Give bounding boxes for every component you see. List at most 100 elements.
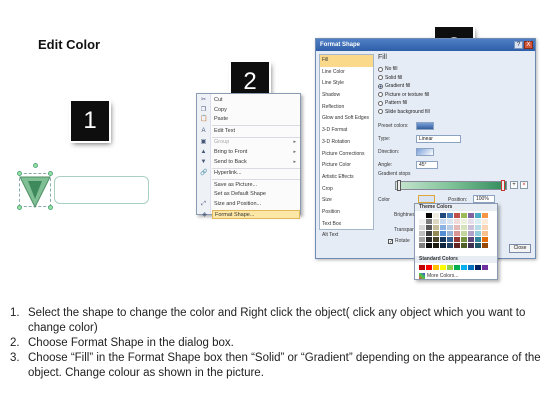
theme-color-swatch[interactable] bbox=[433, 213, 439, 218]
resize-handle[interactable] bbox=[48, 171, 53, 176]
theme-color-swatch[interactable] bbox=[454, 213, 460, 218]
radio-icon[interactable] bbox=[378, 75, 383, 80]
category-item[interactable]: 3-D Rotation bbox=[320, 137, 373, 149]
theme-color-swatch[interactable] bbox=[482, 225, 488, 230]
category-item[interactable]: Text Box bbox=[320, 219, 373, 231]
category-item[interactable]: Line Style bbox=[320, 78, 373, 90]
fill-option-radio[interactable]: Gradient fill bbox=[378, 83, 410, 89]
theme-color-swatch[interactable] bbox=[475, 243, 481, 248]
theme-color-swatch[interactable] bbox=[426, 225, 432, 230]
radio-icon[interactable] bbox=[378, 66, 383, 72]
theme-color-swatch[interactable] bbox=[475, 231, 481, 236]
category-item[interactable]: Fill bbox=[320, 55, 373, 67]
theme-color-swatch[interactable] bbox=[426, 213, 432, 218]
theme-color-swatch[interactable] bbox=[454, 237, 460, 242]
category-item[interactable]: Size bbox=[320, 195, 373, 207]
theme-color-swatch[interactable] bbox=[461, 237, 467, 242]
theme-color-swatch[interactable] bbox=[454, 243, 460, 248]
standard-color-swatch[interactable] bbox=[433, 265, 439, 270]
theme-color-swatch[interactable] bbox=[482, 213, 488, 218]
theme-color-swatch[interactable] bbox=[433, 237, 439, 242]
theme-color-swatch[interactable] bbox=[454, 231, 460, 236]
preset-colors-dropdown[interactable] bbox=[416, 122, 434, 130]
fill-option-radio[interactable]: Slide background fill bbox=[378, 109, 430, 115]
standard-color-swatch[interactable] bbox=[461, 265, 467, 270]
rotate-with-shape-checkbox[interactable]: ✓ Rotate bbox=[388, 238, 410, 244]
theme-color-swatch[interactable] bbox=[461, 225, 467, 230]
add-stop-icon[interactable]: + bbox=[510, 181, 518, 189]
theme-color-swatch[interactable] bbox=[440, 213, 446, 218]
more-colors-link[interactable]: More Colors... bbox=[427, 273, 458, 279]
type-select[interactable]: Linear bbox=[416, 135, 461, 143]
fill-option-radio[interactable]: Solid fill bbox=[378, 75, 402, 81]
theme-color-swatch[interactable] bbox=[468, 219, 474, 224]
gradient-stop[interactable] bbox=[397, 180, 401, 191]
fill-option-radio[interactable]: Pattern fill bbox=[378, 100, 407, 106]
menu-item-edit-text[interactable]: A Edit Text bbox=[201, 127, 300, 136]
more-colors-icon[interactable] bbox=[419, 273, 425, 279]
menu-item-size-and-position[interactable]: ⤢ Size and Position... bbox=[201, 200, 300, 209]
theme-color-swatch[interactable] bbox=[482, 219, 488, 224]
theme-color-swatch[interactable] bbox=[419, 237, 425, 242]
close-button[interactable]: Close bbox=[509, 244, 531, 253]
theme-color-swatch[interactable] bbox=[447, 231, 453, 236]
category-item[interactable]: 3-D Format bbox=[320, 125, 373, 137]
gradient-slider[interactable] bbox=[395, 180, 507, 191]
theme-color-swatch[interactable] bbox=[440, 231, 446, 236]
menu-item-set-as-default-shape[interactable]: Set as Default Shape bbox=[212, 190, 300, 199]
menu-item-format-shape[interactable]: ◈ Format Shape... bbox=[202, 209, 300, 219]
category-item[interactable]: Picture Corrections bbox=[320, 149, 373, 161]
theme-color-swatch[interactable] bbox=[475, 213, 481, 218]
menu-item-send-to-back[interactable]: ▼ Send to Back ▸ bbox=[201, 158, 300, 167]
theme-color-swatch[interactable] bbox=[426, 237, 432, 242]
menu-item-save-as-picture[interactable]: Save as Picture... bbox=[212, 181, 300, 190]
theme-color-swatch[interactable] bbox=[433, 219, 439, 224]
theme-color-swatch[interactable] bbox=[426, 231, 432, 236]
category-item[interactable]: Crop bbox=[320, 184, 373, 196]
theme-color-swatch[interactable] bbox=[447, 237, 453, 242]
category-item[interactable]: Alt Text bbox=[320, 230, 373, 242]
standard-color-swatch[interactable] bbox=[419, 265, 425, 270]
resize-handle[interactable] bbox=[17, 205, 22, 210]
category-item[interactable]: Position bbox=[320, 207, 373, 219]
help-button[interactable]: ? bbox=[514, 41, 523, 49]
theme-color-swatch[interactable] bbox=[433, 243, 439, 248]
theme-color-swatch[interactable] bbox=[419, 243, 425, 248]
radio-icon[interactable] bbox=[378, 92, 383, 97]
radio-icon[interactable] bbox=[378, 83, 383, 89]
menu-item-paste[interactable]: 📋 Paste bbox=[200, 115, 300, 124]
direction-dropdown[interactable] bbox=[416, 148, 434, 156]
theme-color-swatch[interactable] bbox=[461, 231, 467, 236]
standard-color-swatch[interactable] bbox=[447, 265, 453, 270]
category-item[interactable]: Picture Color bbox=[320, 160, 373, 172]
theme-color-swatch[interactable] bbox=[482, 237, 488, 242]
resize-handle[interactable] bbox=[48, 205, 53, 210]
theme-color-swatch[interactable] bbox=[475, 225, 481, 230]
selected-shape-area[interactable] bbox=[14, 163, 154, 223]
fill-option-radio[interactable]: Picture or texture fill bbox=[378, 92, 429, 98]
standard-color-swatch[interactable] bbox=[475, 265, 481, 270]
checkbox-icon[interactable]: ✓ bbox=[388, 238, 393, 244]
category-item[interactable]: Line Color bbox=[320, 67, 373, 79]
theme-color-swatch[interactable] bbox=[475, 219, 481, 224]
rotate-handle[interactable] bbox=[33, 163, 38, 168]
standard-color-swatch[interactable] bbox=[426, 265, 432, 270]
theme-color-swatch[interactable] bbox=[440, 225, 446, 230]
menu-item-cut[interactable]: ✂ Cut bbox=[201, 96, 300, 105]
green-arrow-shape[interactable] bbox=[18, 173, 52, 209]
menu-item-group[interactable]: ▣ Group ▸ bbox=[201, 138, 300, 147]
theme-color-swatch[interactable] bbox=[447, 213, 453, 218]
category-item[interactable]: Glow and Soft Edges bbox=[320, 113, 373, 125]
theme-color-swatch[interactable] bbox=[447, 219, 453, 224]
theme-color-swatch[interactable] bbox=[419, 225, 425, 230]
rounded-rectangle-shape[interactable] bbox=[54, 176, 149, 204]
radio-icon[interactable] bbox=[378, 109, 383, 114]
theme-color-swatch[interactable] bbox=[433, 231, 439, 236]
close-window-button[interactable]: X bbox=[524, 41, 533, 49]
theme-color-swatch[interactable] bbox=[419, 213, 425, 218]
theme-color-swatch[interactable] bbox=[461, 213, 467, 218]
theme-color-swatch[interactable] bbox=[426, 243, 432, 248]
theme-color-swatch[interactable] bbox=[440, 237, 446, 242]
standard-color-swatch[interactable] bbox=[440, 265, 446, 270]
theme-color-swatch[interactable] bbox=[468, 225, 474, 230]
